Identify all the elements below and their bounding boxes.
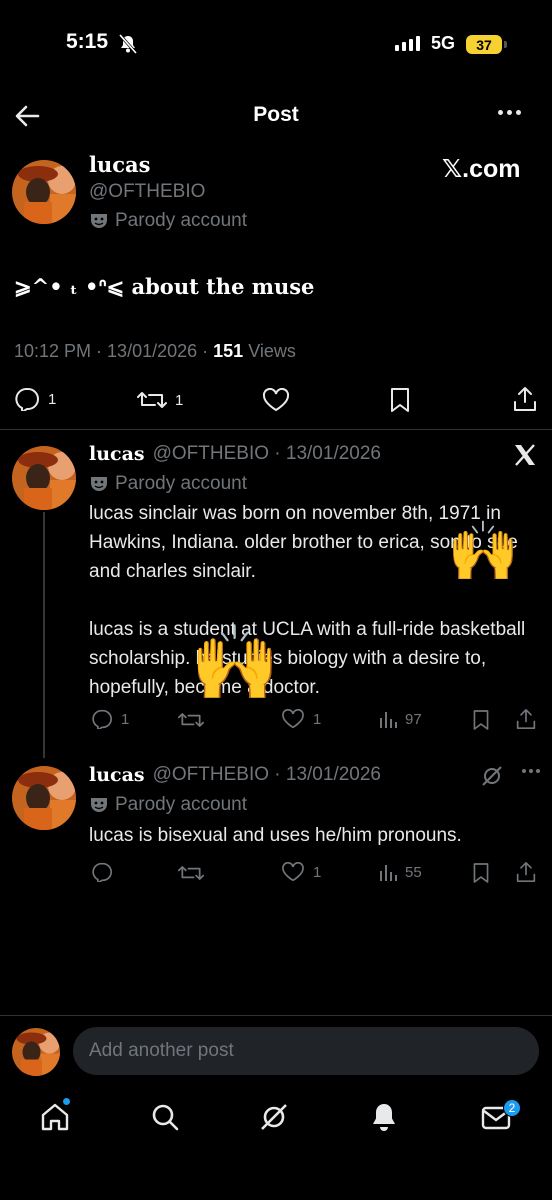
reply-input[interactable]: Add another post	[73, 1027, 539, 1075]
parody-label: Parody account	[89, 794, 247, 816]
views-count: 55	[405, 863, 422, 881]
parody-label-text: Parody account	[115, 794, 248, 815]
avatar[interactable]	[12, 766, 76, 830]
share-icon[interactable]	[516, 861, 536, 883]
like-button[interactable]: 1	[281, 709, 321, 729]
raised-hands-sticker: 🙌	[447, 519, 520, 584]
theater-mask-icon	[89, 796, 109, 814]
author-name[interactable]: lucas	[89, 152, 150, 177]
raised-hands-sticker: 🙌	[190, 624, 280, 704]
parody-label: Parody account	[89, 473, 247, 495]
x-watermark: 𝕏.com	[442, 155, 521, 183]
post-meta: 10:12 PM · 13/01/2026 · 151 Views	[14, 341, 296, 361]
reply-header: lucas @OFTHEBIO · 13/01/2026	[89, 443, 381, 465]
cellular-signal-icon	[395, 36, 420, 51]
battery-cap	[504, 41, 507, 48]
search-icon[interactable]	[150, 1102, 180, 1132]
divider	[0, 1015, 552, 1016]
reply-icon	[91, 709, 113, 729]
handle-date[interactable]: @OFTHEBIO · 13/01/2026	[153, 764, 381, 786]
reply-count: 1	[48, 390, 57, 408]
views-icon	[379, 862, 397, 882]
views-count: 97	[405, 710, 422, 728]
grok-icon[interactable]	[259, 1102, 289, 1132]
home-icon[interactable]	[40, 1102, 70, 1132]
handle-date[interactable]: @OFTHEBIO · 13/01/2026	[153, 443, 381, 465]
reply-paragraph: lucas is a student at UCLA with a full-r…	[89, 619, 526, 698]
views-label: Views	[248, 341, 296, 361]
like-count: 1	[313, 863, 322, 881]
reply-button[interactable]: 1	[14, 387, 56, 411]
like-icon	[281, 709, 305, 729]
more-options-icon[interactable]	[498, 110, 521, 115]
parody-label-text: Parody account	[115, 473, 248, 494]
post-time[interactable]: 10:12 PM	[14, 341, 91, 361]
reply-icon	[14, 387, 40, 411]
theater-mask-icon	[89, 212, 109, 230]
status-time: 5:15	[66, 30, 109, 53]
reply-paragraph: lucas is bisexual and uses he/him pronou…	[89, 825, 462, 846]
repost-icon	[137, 389, 167, 411]
thread-line	[43, 512, 45, 758]
repost-button[interactable]: 1	[137, 389, 183, 411]
repost-count: 1	[175, 391, 184, 409]
reply-count: 1	[121, 710, 130, 728]
author-handle[interactable]: @OFTHEBIO	[89, 181, 205, 203]
bookmark-icon[interactable]	[389, 387, 411, 413]
share-icon[interactable]	[516, 708, 536, 730]
reply-text: lucas is bisexual and uses he/him pronou…	[89, 821, 539, 850]
like-icon[interactable]	[262, 388, 290, 412]
author-name[interactable]: lucas	[89, 764, 145, 786]
network-type: 5G	[431, 33, 456, 53]
share-icon[interactable]	[513, 386, 537, 412]
avatar[interactable]	[12, 446, 76, 510]
parody-label-text: Parody account	[115, 210, 248, 231]
bell-off-icon	[117, 34, 139, 54]
views-count: 151	[213, 341, 244, 361]
author-name[interactable]: lucas	[89, 443, 145, 465]
battery-indicator: 37	[466, 35, 502, 54]
bookmark-icon[interactable]	[472, 862, 490, 884]
reply-icon[interactable]	[91, 862, 113, 882]
reply-header: lucas @OFTHEBIO · 13/01/2026	[89, 764, 381, 786]
views-icon	[379, 709, 397, 729]
x-logo-icon	[513, 443, 537, 467]
views-button[interactable]: 97	[379, 709, 422, 729]
notifications-icon[interactable]	[369, 1101, 399, 1133]
theater-mask-icon	[89, 475, 109, 493]
divider	[0, 429, 552, 430]
repost-icon[interactable]	[178, 710, 204, 730]
more-options-icon[interactable]	[522, 769, 540, 773]
home-notification-dot	[63, 1098, 70, 1105]
bookmark-icon[interactable]	[472, 709, 490, 731]
reply-button[interactable]: 1	[91, 709, 129, 729]
reply-input-placeholder: Add another post	[89, 1040, 234, 1061]
like-icon	[281, 862, 305, 882]
post-date[interactable]: 13/01/2026	[107, 341, 197, 361]
avatar	[12, 1028, 60, 1076]
like-count: 1	[313, 710, 322, 728]
messages-badge: 2	[503, 1099, 521, 1117]
parody-label: Parody account	[89, 210, 247, 232]
views-button[interactable]: 55	[379, 862, 422, 882]
repost-icon[interactable]	[178, 863, 204, 883]
page-title: Post	[253, 103, 299, 126]
grok-icon[interactable]	[481, 765, 503, 787]
post-text: ⩾^• ₜ •ᐢ⩽ about the muse	[14, 274, 315, 299]
avatar[interactable]	[12, 160, 76, 224]
like-button[interactable]: 1	[281, 862, 321, 882]
